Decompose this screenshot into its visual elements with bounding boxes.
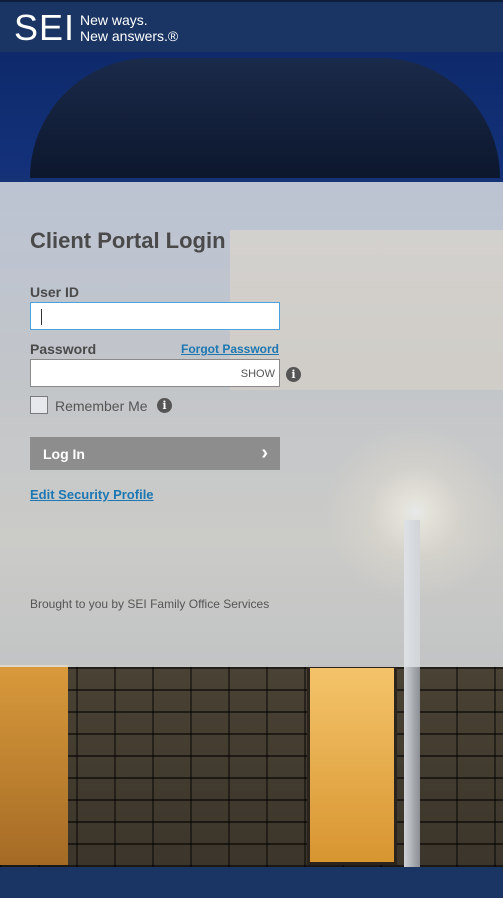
background-left-window: [0, 665, 68, 865]
password-input[interactable]: SHOW: [30, 359, 280, 387]
login-button-label: Log In: [43, 446, 85, 462]
show-password-toggle[interactable]: SHOW: [241, 368, 275, 380]
info-icon[interactable]: i: [286, 367, 301, 382]
header-bar: SEI New ways. New answers.®: [0, 0, 503, 54]
tagline: New ways. New answers.®: [80, 12, 178, 44]
page-title: Client Portal Login: [30, 228, 226, 253]
remember-me-label: Remember Me: [55, 398, 148, 414]
text-caret: [41, 309, 42, 325]
userid-label: User ID: [30, 284, 80, 300]
chevron-right-icon: ›: [261, 442, 268, 464]
remember-me-checkbox[interactable]: [30, 396, 48, 414]
login-button[interactable]: Log In ›: [30, 437, 280, 470]
password-label: Password: [30, 341, 97, 357]
background-brick-wall: [0, 665, 503, 867]
forgot-password-link[interactable]: Forgot Password: [181, 342, 279, 356]
login-panel: [0, 182, 503, 667]
background-tower: [30, 58, 500, 178]
footer-bar: [0, 867, 503, 898]
info-icon[interactable]: i: [157, 398, 172, 413]
background-door-window: [307, 665, 397, 865]
footer-text: Brought to you by SEI Family Office Serv…: [30, 597, 270, 611]
tagline-line1: New ways.: [80, 12, 148, 28]
sei-logo: SEI: [14, 7, 76, 48]
tagline-line2: New answers.®: [80, 28, 179, 44]
userid-input[interactable]: [30, 302, 280, 330]
edit-security-profile-link[interactable]: Edit Security Profile: [30, 487, 154, 502]
